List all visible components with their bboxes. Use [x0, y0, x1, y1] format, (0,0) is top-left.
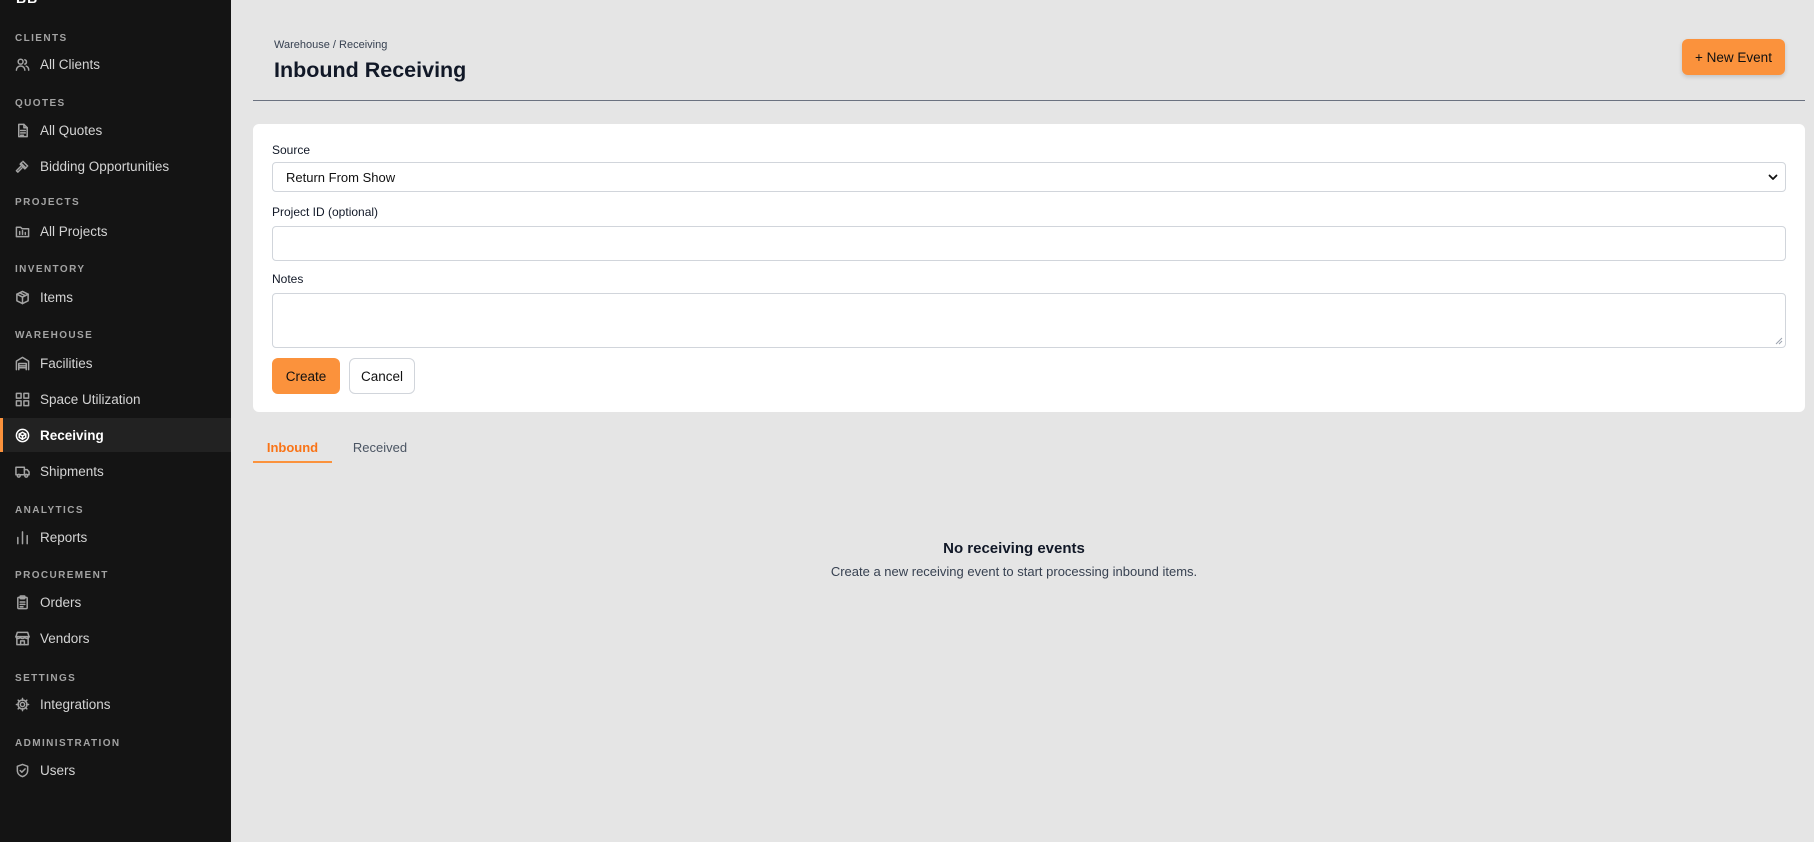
create-button[interactable]: Create [272, 358, 340, 394]
sidebar-item-label: All Quotes [40, 122, 103, 138]
folder-icon [14, 223, 30, 239]
sidebar-item-label: All Projects [40, 223, 108, 239]
sidebar-item-users[interactable]: Users [0, 753, 231, 787]
warehouse-icon [14, 355, 30, 371]
sidebar-item-label: Users [40, 762, 76, 778]
tab-inbound[interactable]: Inbound [253, 433, 332, 463]
chevron-down-icon [1768, 174, 1778, 180]
section-label-administration: ADMINISTRATION [15, 738, 121, 749]
section-label-quotes: QUOTES [15, 98, 66, 109]
tab-received[interactable]: Received [340, 433, 420, 461]
sidebar-item-label: Reports [40, 529, 88, 545]
new-event-button[interactable]: + New Event [1682, 39, 1785, 75]
bar-chart-icon [14, 529, 30, 545]
resize-grip-icon[interactable] [1775, 337, 1783, 345]
notes-label: Notes [272, 272, 304, 286]
sidebar-item-label: Shipments [40, 463, 104, 479]
sidebar-item-label: Receiving [40, 427, 104, 443]
logo: BB [16, 0, 40, 6]
sidebar-item-vendors[interactable]: Vendors [0, 621, 231, 655]
sidebar-item-reports[interactable]: Reports [0, 520, 231, 554]
project-id-label: Project ID (optional) [272, 205, 379, 219]
sidebar-item-label: Integrations [40, 696, 111, 712]
sidebar-item-label: Vendors [40, 630, 90, 646]
box-icon [14, 289, 30, 305]
empty-state-subtitle: Create a new receiving event to start pr… [830, 564, 1198, 579]
grid-icon [14, 391, 30, 407]
breadcrumb: Warehouse / Receiving [274, 39, 388, 51]
section-label-settings: SETTINGS [15, 673, 77, 684]
truck-icon [14, 463, 30, 479]
section-label-procurement: PROCUREMENT [15, 570, 109, 581]
empty-state-title: No receiving events [943, 540, 1085, 557]
sidebar-item-label: All Clients [40, 56, 101, 72]
section-label-clients: CLIENTS [15, 33, 68, 44]
new-event-form: Source Return From Show Project ID (opti… [253, 124, 1805, 412]
sidebar-item-integrations[interactable]: Integrations [0, 687, 231, 721]
gavel-icon [14, 158, 30, 174]
sidebar-item-shipments[interactable]: Shipments [0, 454, 231, 488]
notes-textarea[interactable] [272, 293, 1786, 348]
store-icon [14, 630, 30, 646]
sidebar: BB CLIENTS All Clients QUOTES All Quotes… [0, 0, 231, 842]
section-label-projects: PROJECTS [15, 197, 81, 208]
main-content: Warehouse / Receiving Inbound Receiving … [231, 0, 1814, 842]
sidebar-item-facilities[interactable]: Facilities [0, 346, 231, 380]
sidebar-item-orders[interactable]: Orders [0, 585, 231, 619]
source-label: Source [272, 143, 311, 157]
users-icon [14, 56, 30, 72]
sidebar-item-items[interactable]: Items [0, 280, 231, 314]
package-receive-icon [14, 427, 30, 443]
sidebar-item-space-utilization[interactable]: Space Utilization [0, 382, 231, 416]
sidebar-item-receiving[interactable]: Receiving [0, 418, 231, 452]
project-id-input[interactable] [272, 226, 1786, 261]
header-divider [253, 100, 1805, 101]
gear-icon [14, 696, 30, 712]
sidebar-item-label: Orders [40, 594, 82, 610]
sidebar-item-label: Space Utilization [40, 391, 141, 407]
clipboard-icon [14, 594, 30, 610]
cancel-button[interactable]: Cancel [349, 358, 415, 394]
sidebar-item-all-clients[interactable]: All Clients [0, 47, 231, 81]
sidebar-item-label: Items [40, 289, 74, 305]
sidebar-item-label: Facilities [40, 355, 93, 371]
source-select-value: Return From Show [286, 169, 396, 185]
page-title: Inbound Receiving [274, 58, 467, 82]
section-label-warehouse: WAREHOUSE [15, 330, 94, 341]
shield-icon [14, 762, 30, 778]
sidebar-item-all-quotes[interactable]: All Quotes [0, 113, 231, 147]
sidebar-item-label: Bidding Opportunities [40, 158, 170, 174]
source-select[interactable]: Return From Show [272, 162, 1786, 192]
document-icon [14, 122, 30, 138]
sidebar-item-all-projects[interactable]: All Projects [0, 214, 231, 248]
section-label-analytics: ANALYTICS [15, 505, 84, 516]
section-label-inventory: INVENTORY [15, 264, 86, 275]
sidebar-item-bidding-opportunities[interactable]: Bidding Opportunities [0, 149, 231, 183]
